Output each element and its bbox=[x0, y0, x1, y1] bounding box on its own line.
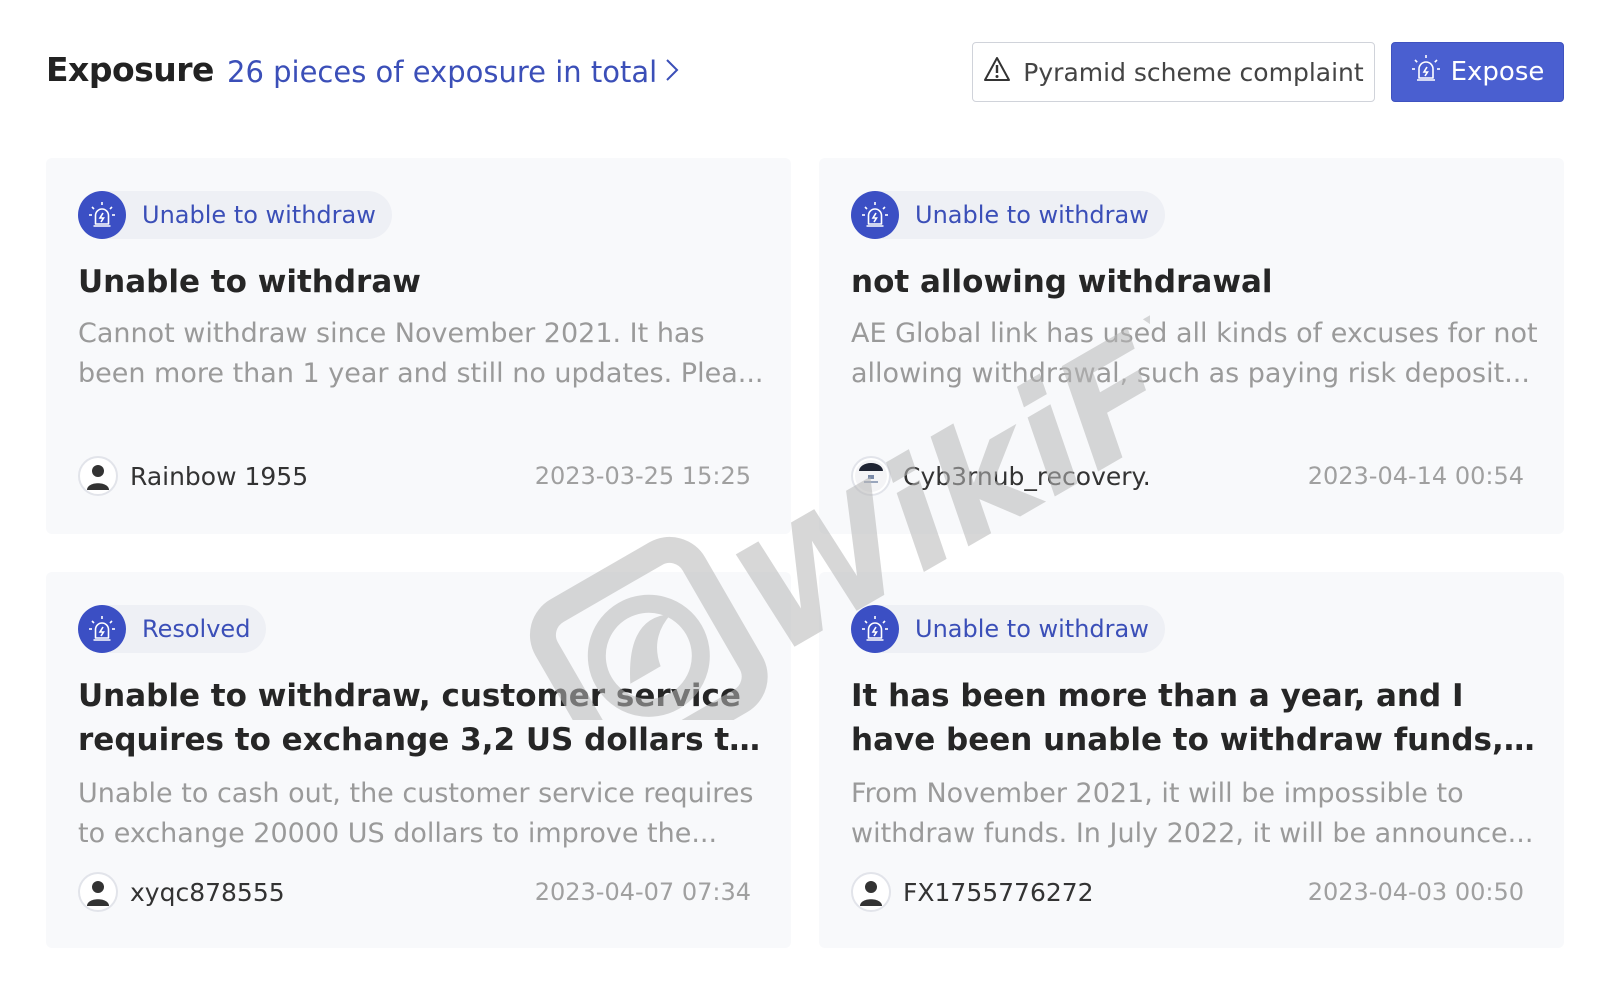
post-date: 2023-04-03 00:50 bbox=[1307, 878, 1524, 906]
status-tag: Unable to withdraw bbox=[78, 191, 392, 239]
status-tag-label: Resolved bbox=[142, 615, 251, 643]
post-date: 2023-04-14 00:54 bbox=[1307, 462, 1524, 490]
expose-button[interactable]: Expose bbox=[1391, 42, 1564, 102]
alarm-light-icon bbox=[851, 605, 899, 653]
card-title: Unable to withdraw bbox=[78, 264, 421, 300]
card-title: not allowing withdrawal bbox=[851, 264, 1273, 300]
card-description: AE Global link has used all kinds of exc… bbox=[851, 318, 1538, 389]
alarm-light-icon bbox=[78, 605, 126, 653]
card-description: Cannot withdraw since November 2021. It … bbox=[78, 318, 764, 389]
avatar bbox=[851, 456, 891, 496]
pyramid-complaint-label: Pyramid scheme complaint bbox=[1023, 57, 1364, 87]
exposure-card[interactable]: Unable to withdraw It has been more than… bbox=[819, 572, 1564, 948]
avatar bbox=[78, 872, 118, 912]
card-description: From November 2021, it will be impossibl… bbox=[851, 778, 1534, 849]
section-title: Exposure bbox=[46, 50, 214, 89]
status-tag-label: Unable to withdraw bbox=[142, 201, 376, 229]
alarm-light-icon bbox=[1411, 54, 1441, 91]
expose-label: Expose bbox=[1450, 57, 1545, 87]
alarm-light-icon bbox=[851, 191, 899, 239]
status-tag: Unable to withdraw bbox=[851, 191, 1165, 239]
card-title: It has been more than a year, and I have… bbox=[851, 678, 1504, 758]
card-footer: Rainbow 1955 2023-03-25 15:25 bbox=[78, 456, 751, 496]
exposure-card[interactable]: Unable to withdraw Unable to withdraw Ca… bbox=[46, 158, 791, 534]
username: FX1755776272 bbox=[903, 877, 1094, 907]
avatar bbox=[78, 456, 118, 496]
status-tag-label: Unable to withdraw bbox=[915, 615, 1149, 643]
exposure-header: Exposure 26 pieces of exposure in total … bbox=[0, 0, 1606, 150]
alarm-light-icon bbox=[78, 191, 126, 239]
username: Rainbow 1955 bbox=[130, 461, 309, 491]
status-tag-label: Unable to withdraw bbox=[915, 201, 1149, 229]
pyramid-complaint-button[interactable]: Pyramid scheme complaint bbox=[972, 42, 1375, 102]
status-tag: Resolved bbox=[78, 605, 267, 653]
card-description: Unable to cash out, the customer service… bbox=[78, 778, 754, 849]
exposure-card[interactable]: Unable to withdraw not allowing withdraw… bbox=[819, 158, 1564, 534]
total-exposure-link[interactable]: 26 pieces of exposure in total bbox=[227, 55, 679, 89]
post-date: 2023-04-07 07:34 bbox=[534, 878, 751, 906]
card-footer: FX1755776272 2023-04-03 00:50 bbox=[851, 872, 1524, 912]
post-date: 2023-03-25 15:25 bbox=[534, 462, 751, 490]
card-title: Unable to withdraw, customer service req… bbox=[78, 678, 751, 758]
avatar bbox=[851, 872, 891, 912]
total-exposure-label: 26 pieces of exposure in total bbox=[227, 55, 658, 89]
username: xyqc878555 bbox=[130, 877, 285, 907]
username: Cyb3rnub_recovery. bbox=[903, 461, 1151, 491]
status-tag: Unable to withdraw bbox=[851, 605, 1165, 653]
card-footer: Cyb3rnub_recovery. 2023-04-14 00:54 bbox=[851, 456, 1524, 496]
card-footer: xyqc878555 2023-04-07 07:34 bbox=[78, 872, 751, 912]
exposure-card[interactable]: Resolved Unable to withdraw, customer se… bbox=[46, 572, 791, 948]
warning-triangle-icon bbox=[983, 56, 1011, 88]
chevron-right-icon bbox=[665, 55, 679, 89]
